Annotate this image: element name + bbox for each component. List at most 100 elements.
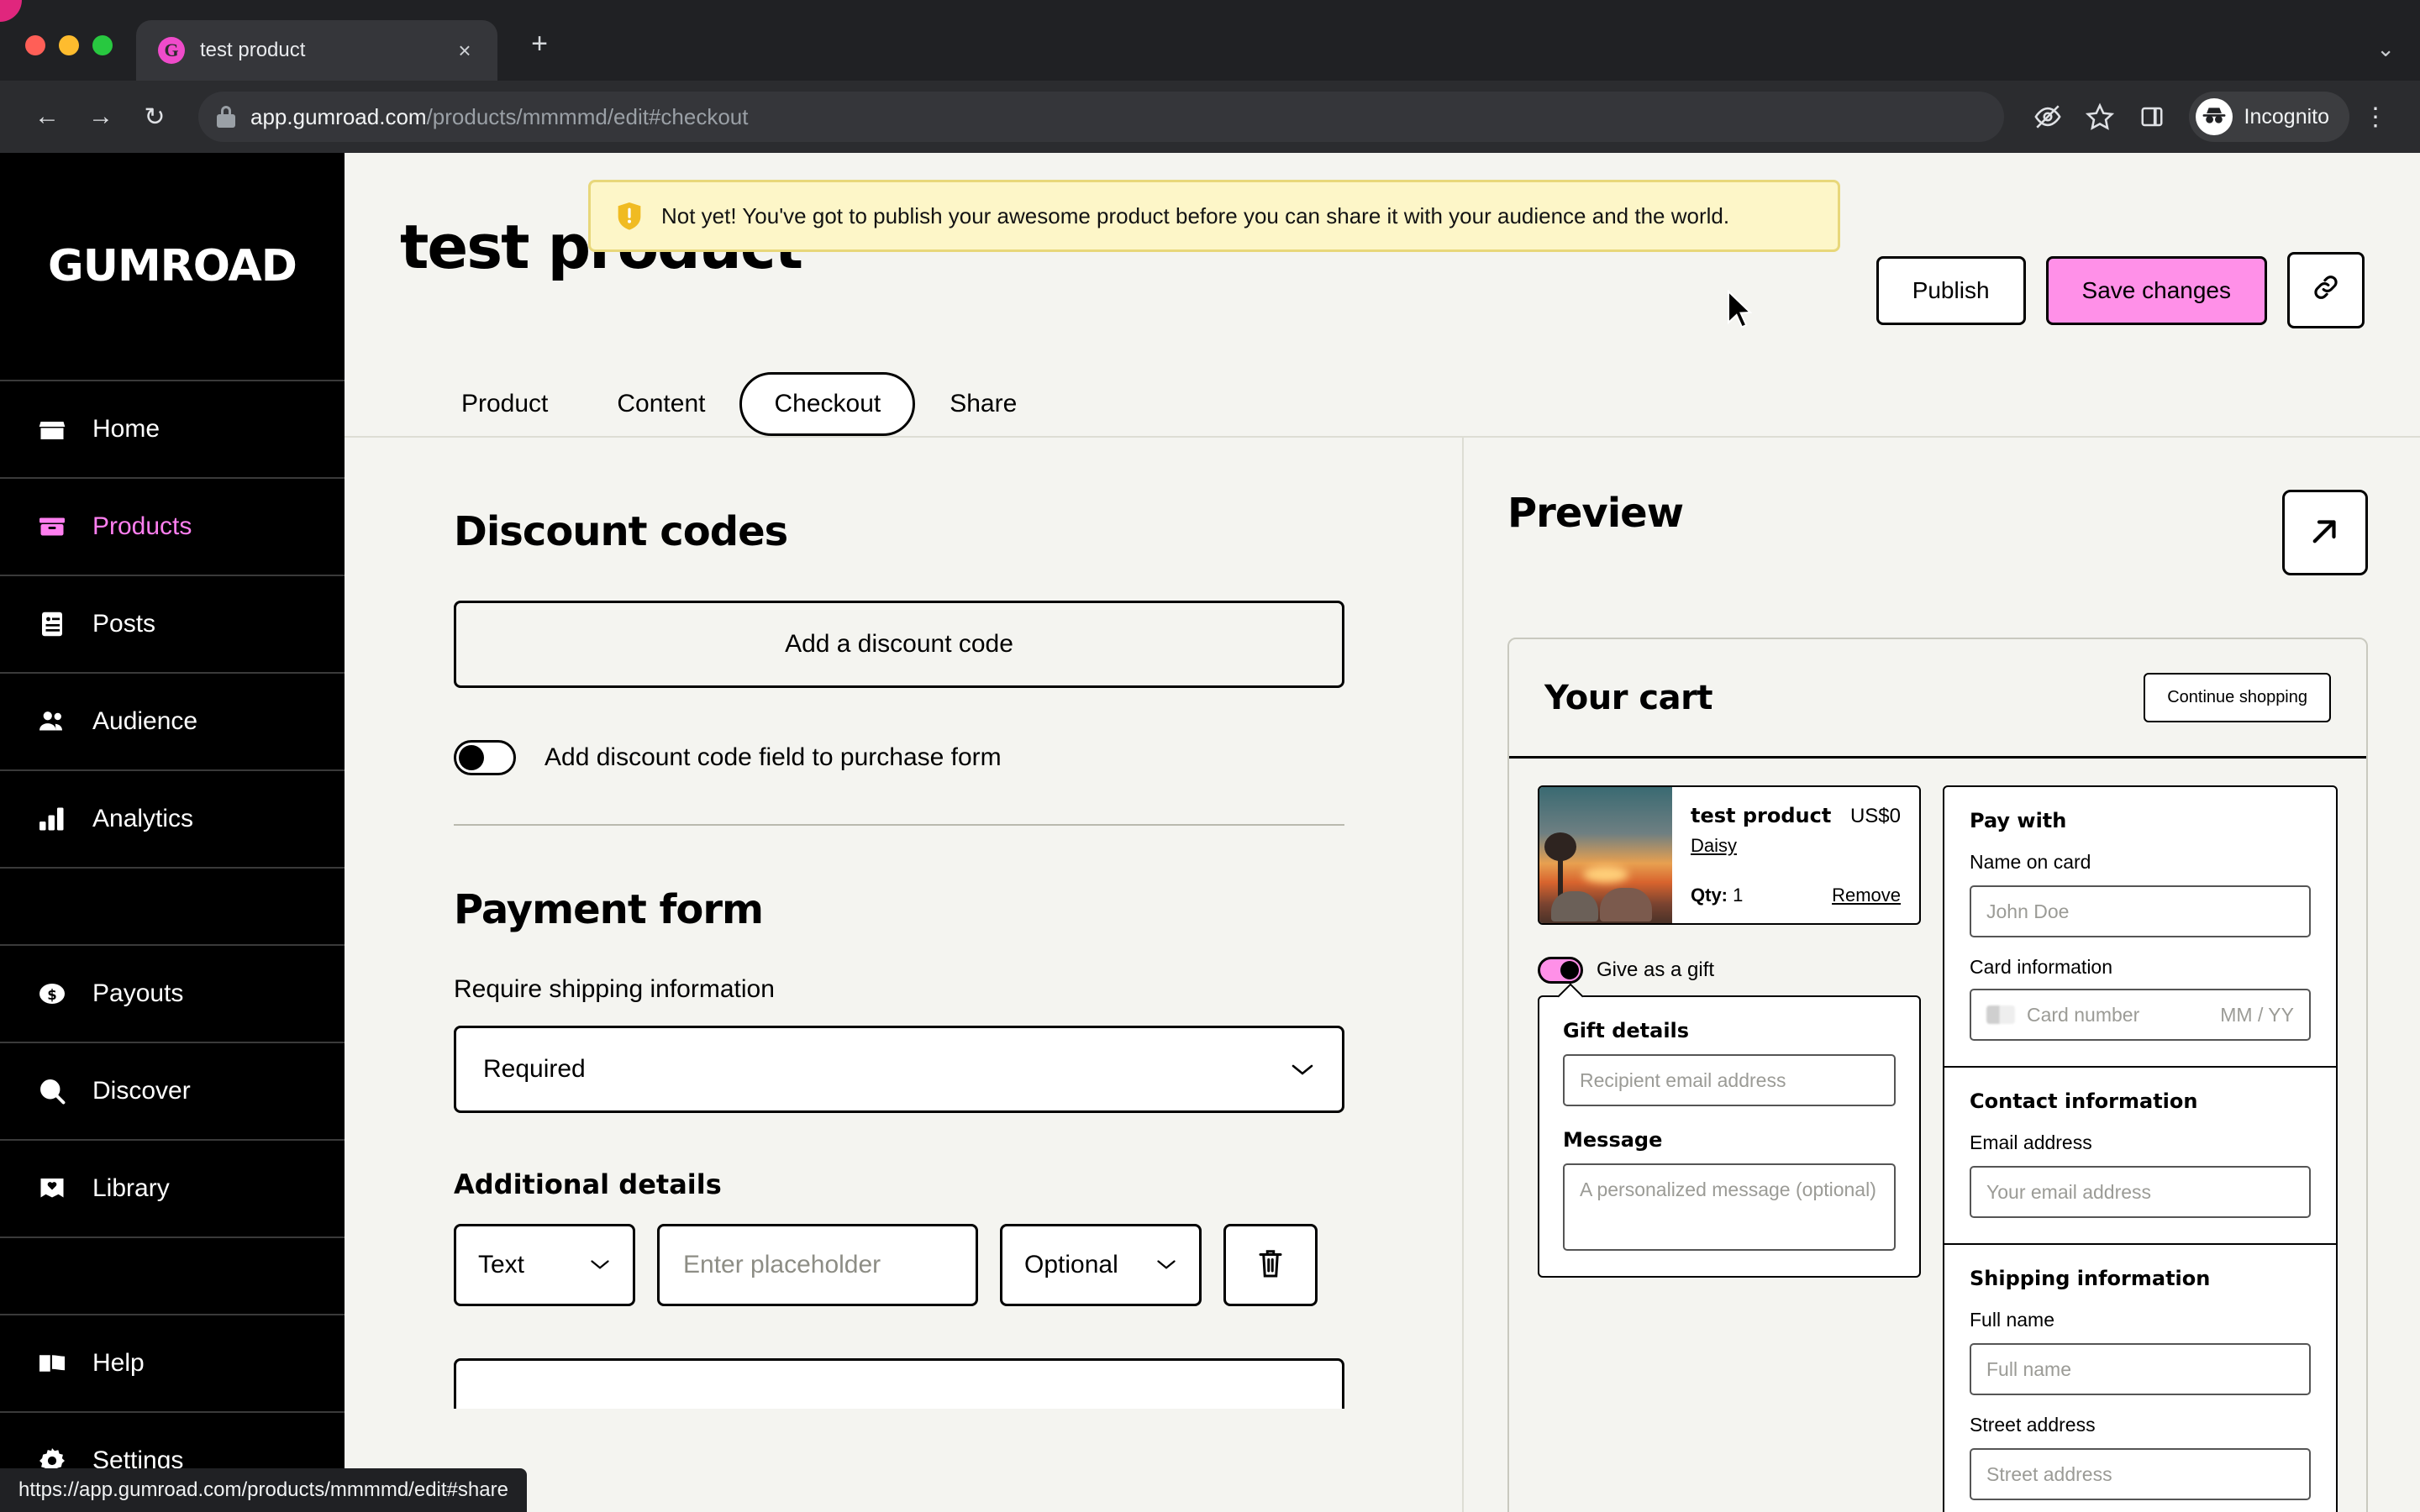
- address-bar[interactable]: app.gumroad.com/products/mmmmd/edit#chec…: [198, 92, 2004, 142]
- browser-menu-icon[interactable]: ⋮: [2354, 102, 2396, 132]
- copy-link-button[interactable]: [2287, 252, 2365, 328]
- sidebar-item-discover[interactable]: Discover: [0, 1043, 345, 1141]
- browser-window: G test product × + ⌄ ← → ↻ app.gumroad.c…: [0, 0, 2420, 1512]
- sidebar-item-label: Home: [92, 415, 160, 443]
- back-icon[interactable]: ←: [24, 93, 71, 140]
- qty-label: Qty:: [1691, 885, 1728, 906]
- sidebar-spacer: [0, 869, 345, 946]
- minimize-window-button[interactable]: [59, 35, 79, 55]
- products-icon: [37, 512, 67, 542]
- pay-with-section: Pay with Name on card John Doe Card info…: [1943, 785, 2338, 1068]
- chevron-down-icon: [1290, 1057, 1315, 1083]
- chevron-down-icon: [589, 1253, 611, 1277]
- save-changes-button[interactable]: Save changes: [2045, 255, 2267, 325]
- editor-preview-split: Discount codes Add a discount code Add d…: [345, 436, 2420, 1512]
- cart-title: Your cart: [1544, 678, 1712, 717]
- sidebar-item-label: Audience: [92, 707, 198, 735]
- remove-item-link[interactable]: Remove: [1832, 885, 1901, 906]
- cart-body: test product US$0 Daisy Qty: 1 Remove Gi…: [1509, 759, 2366, 1512]
- publish-warning-banner: Not yet! You've got to publish your awes…: [588, 180, 1840, 252]
- reload-icon[interactable]: ↻: [131, 93, 178, 140]
- brand-name: GUMROAD: [48, 241, 297, 291]
- next-detail-block: [454, 1358, 1344, 1409]
- sidebar-item-label: Discover: [92, 1077, 191, 1105]
- detail-type-select[interactable]: Text: [454, 1224, 635, 1306]
- qty-value: 1: [1733, 885, 1744, 906]
- close-window-button[interactable]: [25, 35, 45, 55]
- favicon-icon: G: [158, 37, 185, 64]
- cart-item-price: US$0: [1849, 805, 1901, 827]
- card-information-label: Card information: [1970, 956, 2113, 978]
- cart-item-variant[interactable]: Daisy: [1691, 835, 1901, 857]
- svg-text:$: $: [47, 987, 56, 1003]
- gift-message-textarea[interactable]: A personalized message (optional): [1563, 1163, 1896, 1251]
- give-as-gift-label: Give as a gift: [1597, 958, 1715, 981]
- discount-field-toggle-label: Add discount code field to purchase form: [544, 743, 1002, 771]
- sidebar-item-library[interactable]: Library: [0, 1141, 345, 1238]
- shipping-information-title: Shipping information: [1970, 1267, 2211, 1290]
- street-address-input[interactable]: Street address: [1970, 1448, 2311, 1500]
- forward-icon[interactable]: →: [77, 93, 124, 140]
- detail-type-value: Text: [478, 1251, 525, 1278]
- sidebar-item-label: Library: [92, 1174, 170, 1202]
- delete-detail-button[interactable]: [1223, 1224, 1318, 1306]
- logo[interactable]: GUMROAD: [0, 153, 345, 381]
- profile-incognito-button[interactable]: Incognito: [2188, 92, 2349, 142]
- new-tab-button[interactable]: +: [519, 24, 560, 64]
- side-panel-icon[interactable]: [2128, 93, 2175, 140]
- sidebar-item-posts[interactable]: Posts: [0, 576, 345, 674]
- open-preview-button[interactable]: [2282, 490, 2368, 575]
- sidebar-item-help[interactable]: Help: [0, 1315, 345, 1413]
- recipient-email-input[interactable]: Recipient email address: [1563, 1054, 1896, 1106]
- product-thumbnail-image: [1539, 787, 1672, 923]
- external-link-icon: [2307, 513, 2343, 553]
- tab-search-chevron-down-icon[interactable]: ⌄: [2376, 36, 2395, 62]
- tab-share[interactable]: Share: [915, 372, 1051, 436]
- tab-product[interactable]: Product: [427, 372, 582, 436]
- maximize-window-button[interactable]: [92, 35, 113, 55]
- name-on-card-input[interactable]: John Doe: [1970, 885, 2311, 937]
- warning-shield-icon: [616, 201, 643, 231]
- payment-form-heading: Payment form: [454, 886, 764, 933]
- require-shipping-select[interactable]: Required: [454, 1026, 1344, 1113]
- discount-field-toggle[interactable]: [454, 740, 516, 775]
- card-number-input[interactable]: Card number MM / YY: [1970, 989, 2311, 1041]
- close-tab-icon[interactable]: ×: [450, 36, 479, 65]
- window-controls[interactable]: [25, 35, 113, 81]
- sidebar-item-analytics[interactable]: Analytics: [0, 771, 345, 869]
- sidebar-item-products[interactable]: Products: [0, 479, 345, 576]
- sidebar-item-audience[interactable]: Audience: [0, 674, 345, 771]
- tab-content[interactable]: Content: [582, 372, 739, 436]
- tab-checkout[interactable]: Checkout: [739, 372, 916, 436]
- tracking-protection-icon[interactable]: [2024, 93, 2071, 140]
- cart-preview-card: Your cart Continue shopping test product…: [1507, 638, 2368, 1512]
- email-address-input[interactable]: Your email address: [1970, 1166, 2311, 1218]
- discount-codes-heading: Discount codes: [454, 508, 788, 555]
- bookmark-star-icon[interactable]: [2076, 93, 2123, 140]
- sidebar-item-label: Posts: [92, 610, 156, 638]
- sidebar: GUMROAD Home Products Posts Audience Ana…: [0, 153, 345, 1512]
- detail-requirement-value: Optional: [1024, 1251, 1118, 1278]
- pay-with-title: Pay with: [1970, 809, 2067, 832]
- shipping-information-section: Shipping information Full name Full name…: [1943, 1245, 2338, 1512]
- publish-button[interactable]: Publish: [1876, 255, 2026, 325]
- detail-requirement-select[interactable]: Optional: [1000, 1224, 1202, 1306]
- sidebar-item-home[interactable]: Home: [0, 381, 345, 479]
- product-tabs: Product Content Checkout Share: [400, 328, 2365, 436]
- full-name-input[interactable]: Full name: [1970, 1343, 2311, 1395]
- require-shipping-value: Required: [483, 1055, 586, 1083]
- continue-shopping-button[interactable]: Continue shopping: [2144, 673, 2331, 722]
- sidebar-item-payouts[interactable]: $ Payouts: [0, 946, 345, 1043]
- checkout-editor: Discount codes Add a discount code Add d…: [345, 438, 1462, 1512]
- full-name-label: Full name: [1970, 1309, 2054, 1331]
- discount-field-toggle-row: Add discount code field to purchase form: [454, 740, 1407, 775]
- detail-placeholder-input[interactable]: Enter placeholder: [657, 1224, 978, 1306]
- publish-warning-text: Not yet! You've got to publish your awes…: [661, 202, 1730, 228]
- browser-tab[interactable]: G test product ×: [136, 20, 497, 81]
- gift-details-title: Gift details: [1563, 1019, 1690, 1042]
- give-as-gift-toggle[interactable]: [1538, 957, 1583, 984]
- dollar-icon: $: [37, 979, 67, 1009]
- card-expiry-placeholder: MM / YY: [2220, 1003, 2294, 1026]
- add-discount-code-button[interactable]: Add a discount code: [454, 601, 1344, 688]
- cart-item-qty: Qty: 1: [1691, 885, 1743, 906]
